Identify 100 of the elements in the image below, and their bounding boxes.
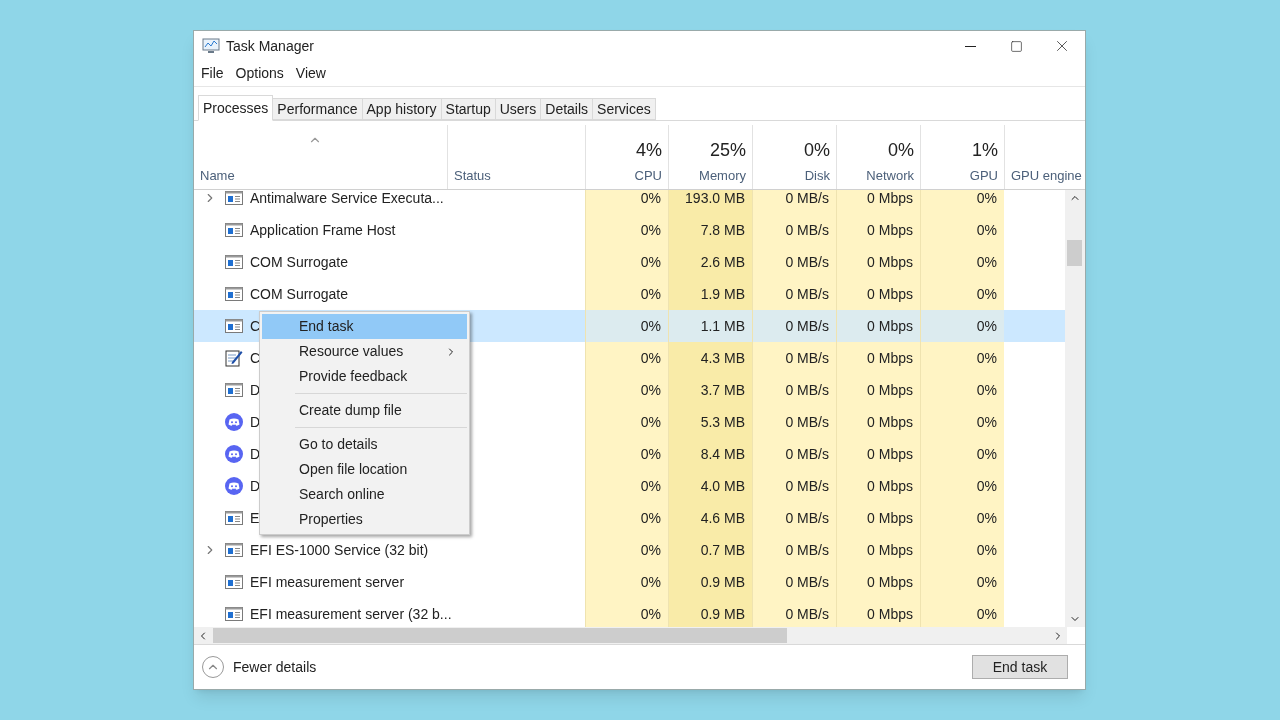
table-cell: 0 MB/s	[752, 566, 836, 598]
table-cell: 0 MB/s	[752, 310, 836, 342]
process-name[interactable]: EFI measurement server	[250, 571, 405, 593]
table-cell: 0%	[585, 310, 668, 342]
table-cell: 4.6 MB	[668, 502, 752, 534]
table-cell: 0 MB/s	[752, 342, 836, 374]
table-cell: 0 Mbps	[836, 598, 920, 627]
app-window-icon	[225, 574, 243, 590]
column-header[interactable]: GPU engine	[1011, 165, 1082, 185]
menu-item[interactable]: Resource values	[262, 339, 467, 364]
scroll-thumb[interactable]	[213, 628, 787, 643]
tab[interactable]: Details	[541, 98, 594, 120]
menu-item[interactable]: Provide feedback	[262, 364, 467, 389]
menu-item[interactable]: End task	[262, 314, 467, 339]
app-window-icon	[225, 318, 243, 334]
table-cell: 0%	[920, 534, 1004, 566]
column-header[interactable]: Memory	[699, 165, 746, 185]
column-header[interactable]: Status	[454, 165, 491, 185]
table-cell: 0 MB/s	[752, 598, 836, 627]
tab[interactable]: Processes	[198, 95, 274, 121]
column-header[interactable]: Disk	[804, 165, 830, 185]
end-task-button[interactable]: End task	[972, 655, 1068, 679]
table-cell: 2.6 MB	[668, 246, 752, 278]
menu-item[interactable]: File	[201, 63, 224, 84]
process-name[interactable]: D	[250, 411, 261, 433]
horizontal-scrollbar[interactable]	[194, 627, 1067, 644]
tab[interactable]: Users	[495, 98, 542, 120]
menu-item[interactable]: Options	[235, 63, 284, 84]
tab[interactable]: Services	[593, 98, 656, 120]
menu-item[interactable]: Create dump file	[295, 398, 467, 423]
table-cell: 0 Mbps	[836, 374, 920, 406]
app-window-icon	[225, 286, 243, 302]
table-cell: 0.9 MB	[668, 598, 752, 627]
table-cell: 0 Mbps	[836, 310, 920, 342]
table-cell: 0%	[585, 278, 668, 310]
column-header[interactable]: Name	[200, 165, 235, 185]
table-cell: 0 Mbps	[836, 406, 920, 438]
process-name[interactable]: EFI measurement server (32 b...	[250, 603, 452, 625]
process-name[interactable]: D	[250, 379, 261, 401]
process-name[interactable]: COM Surrogate	[250, 283, 349, 305]
table-cell: 0%	[920, 470, 1004, 502]
tab[interactable]: Performance	[273, 98, 363, 120]
menu-item[interactable]: Search online	[295, 482, 467, 507]
process-name[interactable]: EFI ES-1000 Service (32 bit)	[250, 539, 429, 561]
menu-item[interactable]: Properties	[295, 507, 467, 532]
table-cell: 193.0 MB	[668, 190, 752, 214]
table-cell: 0%	[920, 342, 1004, 374]
process-name[interactable]: D	[250, 475, 261, 497]
process-name[interactable]: Antimalware Service Executa...	[250, 190, 444, 209]
table-cell: 0 MB/s	[752, 278, 836, 310]
table-cell: 0%	[585, 374, 668, 406]
table-cell: 0%	[920, 406, 1004, 438]
column-percent: 25%	[709, 138, 746, 162]
column-header[interactable]: GPU	[969, 165, 998, 185]
column-percent: 4%	[636, 138, 662, 162]
menu-item[interactable]: Open file location	[295, 457, 467, 482]
fewer-details-button[interactable]: Fewer details	[202, 656, 317, 678]
table-cell: 0 Mbps	[836, 278, 920, 310]
notepad-icon	[225, 349, 243, 367]
column-header[interactable]: Network	[866, 165, 914, 185]
process-name[interactable]: Application Frame Host	[250, 219, 396, 241]
table-cell: 0.7 MB	[668, 534, 752, 566]
table-cell: 0 Mbps	[836, 502, 920, 534]
table-cell: 0%	[920, 310, 1004, 342]
process-name[interactable]: E	[250, 507, 260, 529]
minimize-icon	[964, 45, 976, 47]
menu-item[interactable]: Go to details	[295, 432, 467, 457]
process-name[interactable]: C	[250, 315, 261, 337]
table-cell: 0%	[920, 190, 1004, 214]
scroll-thumb[interactable]	[1067, 240, 1083, 266]
table-cell: 0 MB/s	[752, 406, 836, 438]
app-window-icon	[225, 254, 243, 270]
tab[interactable]: Startup	[441, 98, 496, 120]
menu-item[interactable]: View	[295, 63, 326, 84]
column-percent: 0%	[888, 138, 914, 162]
table-cell: 0%	[920, 566, 1004, 598]
table-cell: 7.8 MB	[668, 214, 752, 246]
column-percent: 1%	[972, 138, 998, 162]
table-cell: 0%	[920, 278, 1004, 310]
table-cell: 0%	[920, 214, 1004, 246]
table-cell: 0 MB/s	[752, 190, 836, 214]
table-cell: 0 Mbps	[836, 190, 920, 214]
app-window-icon	[225, 510, 243, 526]
process-name[interactable]: C	[250, 347, 261, 369]
window-title: Task Manager	[226, 36, 314, 56]
tab[interactable]: App history	[362, 98, 442, 120]
table-cell: 0%	[585, 190, 668, 214]
table-cell: 4.3 MB	[668, 342, 752, 374]
table-cell: 0%	[920, 438, 1004, 470]
table-cell: 4.0 MB	[668, 470, 752, 502]
process-name[interactable]: COM Surrogate	[250, 251, 349, 273]
vertical-scrollbar[interactable]	[1065, 190, 1085, 627]
column-header[interactable]: CPU	[634, 165, 662, 185]
game-controller-icon	[225, 413, 243, 431]
process-name[interactable]: D	[250, 443, 261, 465]
table-cell: 0 Mbps	[836, 342, 920, 374]
table-cell: 0%	[920, 598, 1004, 627]
table-cell: 0 Mbps	[836, 470, 920, 502]
table-cell: 1.1 MB	[668, 310, 752, 342]
app-window-icon	[225, 606, 243, 622]
